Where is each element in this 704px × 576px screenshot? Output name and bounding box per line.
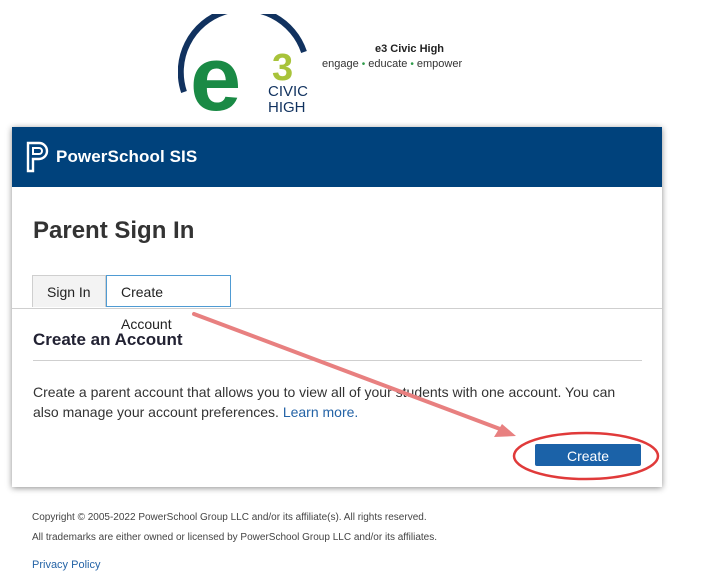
tagline-word: educate bbox=[368, 58, 408, 70]
sign-in-card: PowerSchool SIS Parent Sign In Sign In C… bbox=[12, 127, 662, 487]
tagline-word: engage bbox=[322, 58, 359, 70]
school-name: e3 Civic High bbox=[374, 43, 445, 55]
logo-word-high: HIGH bbox=[268, 99, 306, 116]
create-account-button[interactable]: Create Account bbox=[535, 444, 641, 486]
privacy-policy-link[interactable]: Privacy Policy bbox=[32, 559, 437, 571]
copyright-text: Copyright © 2005-2022 PowerSchool Group … bbox=[32, 512, 427, 523]
e3-logo-icon: e 3 CIVIC HIGH bbox=[177, 5, 308, 130]
school-tagline: engage • educate • empower bbox=[322, 58, 497, 70]
brand-name: PowerSchool SIS bbox=[56, 147, 198, 166]
school-branding: e3 Civic High engage • educate • empower bbox=[322, 43, 497, 70]
tab-divider bbox=[12, 308, 662, 309]
page-title: Parent Sign In bbox=[33, 217, 195, 244]
trademark-text: All trademarks are either owned or licen… bbox=[32, 532, 438, 543]
bullet-icon: • bbox=[361, 59, 366, 70]
tab-create-account[interactable]: Create Account bbox=[106, 275, 231, 332]
logo-letter: e bbox=[190, 28, 241, 116]
powerschool-logo-icon bbox=[26, 141, 49, 173]
page-footer: Copyright © 2005-2022 PowerSchool Group … bbox=[32, 512, 437, 571]
tagline-word: empower bbox=[416, 58, 463, 70]
create-account-panel: Create an Account Create a parent accoun… bbox=[33, 321, 642, 422]
school-logo: e 3 CIVIC HIGH bbox=[177, 5, 328, 130]
bullet-icon: • bbox=[410, 59, 414, 70]
section-description: Create a parent account that allows you … bbox=[33, 382, 642, 422]
section-title: Create an Account bbox=[33, 330, 183, 349]
section-divider bbox=[33, 360, 642, 361]
logo-word-civic: CIVIC bbox=[268, 83, 308, 100]
brand-header: PowerSchool SIS bbox=[12, 127, 662, 187]
learn-more-link[interactable]: Learn more. bbox=[283, 404, 358, 420]
tab-sign-in[interactable]: Sign In bbox=[32, 275, 106, 307]
